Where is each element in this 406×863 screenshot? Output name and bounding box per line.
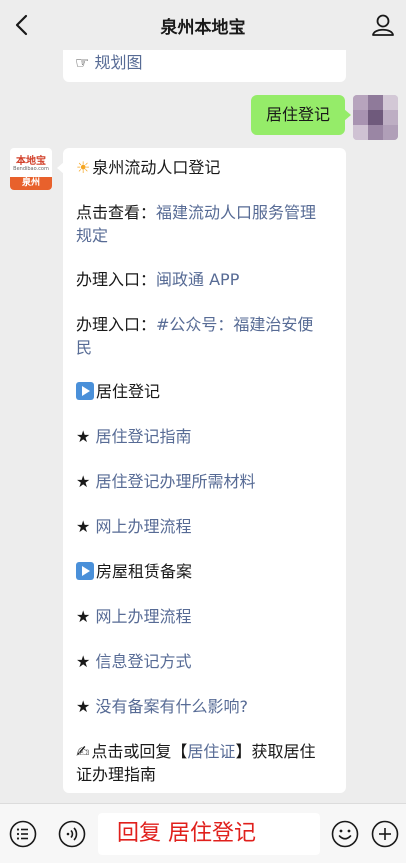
reply-text: 回复 居住登记	[117, 821, 256, 846]
info-label: 办理入口：	[76, 270, 157, 289]
menu-list-icon[interactable]	[9, 820, 37, 848]
pointing-hand-icon: ☞	[75, 53, 90, 72]
bot-logo-domain: Bendibao.com	[13, 166, 49, 172]
impact-link[interactable]: 没有备案有什么影响?	[95, 697, 248, 716]
star-icon: ★	[76, 697, 91, 716]
section-title: 房屋租赁备案	[96, 562, 193, 581]
info-line-3b: 民	[76, 336, 334, 359]
message-title-line: ☀ 泉州流动人口登记	[76, 156, 334, 179]
materials-link[interactable]: 居住登记办理所需材料	[95, 472, 255, 491]
chat-area[interactable]: ☞ 规划图 居住登记 本地宝 Bendibao.com 泉州 ☀ 泉州流动人口登记	[0, 50, 406, 803]
info-label: 点击查看：	[76, 203, 157, 222]
online-process-link[interactable]: 网上办理流程	[95, 517, 191, 536]
page-title: 泉州本地宝	[160, 17, 246, 38]
info-line-1: 点击查看：福建流动人口服务管理	[76, 201, 334, 224]
play-icon	[76, 562, 94, 580]
bot-avatar[interactable]: 本地宝 Bendibao.com 泉州	[10, 148, 52, 190]
blurred-avatar-image	[353, 95, 398, 140]
list-item: ★ 网上办理流程	[76, 515, 334, 538]
message-title: 泉州流动人口登记	[92, 158, 221, 177]
official-account-link[interactable]: #公众号：福建治安便	[156, 315, 313, 334]
user-message-text: 居住登记	[265, 105, 330, 124]
voice-icon[interactable]	[58, 820, 86, 848]
section-rental-title: 房屋租赁备案	[76, 560, 334, 583]
app-link[interactable]: 闽政通 APP	[156, 270, 239, 289]
section-title: 居住登记	[96, 382, 161, 401]
chevron-left-icon[interactable]	[10, 12, 36, 38]
plus-icon[interactable]	[371, 820, 399, 848]
official-account-link-cont[interactable]: 民	[76, 338, 92, 357]
footer-line-2: 证办理指南	[76, 763, 334, 786]
list-item: ★ 居住登记指南	[76, 425, 334, 448]
user-avatar[interactable]	[353, 95, 398, 140]
info-label: 办理入口：	[76, 315, 157, 334]
bottom-input-bar: 回复 居住登记	[0, 803, 406, 863]
writing-hand-icon: ✍	[76, 742, 90, 761]
bot-message-bubble: ☀ 泉州流动人口登记 点击查看：福建流动人口服务管理 规定 办理入口：闽政通 AP…	[57, 148, 346, 793]
regulation-link-cont[interactable]: 规定	[76, 226, 108, 245]
message-link[interactable]: 规划图	[94, 53, 142, 72]
footer-text: 】获取居住	[235, 742, 316, 761]
list-item: ★ 网上办理流程	[76, 605, 334, 628]
list-item: ★ 没有备案有什么影响?	[76, 695, 334, 718]
star-icon: ★	[76, 607, 91, 626]
bot-logo-city: 泉州	[10, 177, 52, 190]
footer-text: 点击或回复【	[91, 742, 188, 761]
footer-text: 证办理指南	[76, 765, 157, 784]
sun-icon: ☀	[76, 158, 91, 177]
star-icon: ★	[76, 517, 91, 536]
guide-link[interactable]: 居住登记指南	[95, 427, 191, 446]
info-line-2: 办理入口：闽政通 APP	[76, 268, 334, 291]
user-message-bubble[interactable]: 居住登记	[251, 95, 351, 135]
list-item: ★ 居住登记办理所需材料	[76, 470, 334, 493]
top-nav-bar: 泉州本地宝	[0, 0, 406, 50]
reply-input-field[interactable]: 回复 居住登记	[98, 813, 320, 855]
section-residence-title: 居住登记	[76, 380, 334, 403]
previous-message-bubble: ☞ 规划图	[63, 50, 346, 82]
residence-permit-link[interactable]: 居住证	[187, 742, 235, 761]
person-icon[interactable]	[370, 12, 396, 38]
rental-online-process-link[interactable]: 网上办理流程	[95, 607, 191, 626]
info-line-1b: 规定	[76, 224, 334, 247]
star-icon: ★	[76, 427, 91, 446]
star-icon: ★	[76, 652, 91, 671]
bot-logo-text: 本地宝	[16, 156, 46, 167]
list-item: ★ 信息登记方式	[76, 650, 334, 673]
footer-line: ✍ 点击或回复【居住证】获取居住	[76, 740, 334, 763]
regulation-link[interactable]: 福建流动人口服务管理	[156, 203, 316, 222]
info-line-3: 办理入口：#公众号：福建治安便	[76, 313, 334, 336]
registration-method-link[interactable]: 信息登记方式	[95, 652, 191, 671]
play-icon	[76, 382, 94, 400]
star-icon: ★	[76, 472, 91, 491]
emoji-icon[interactable]	[331, 820, 359, 848]
